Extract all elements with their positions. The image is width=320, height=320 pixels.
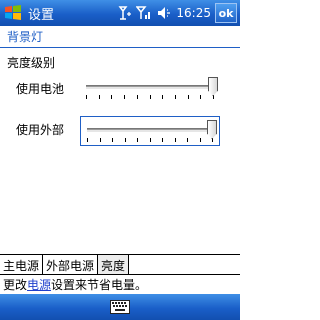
slider-tick <box>200 138 201 142</box>
clock[interactable]: 16:25 <box>176 6 211 20</box>
brightness-level-label: 亮度级别 <box>7 56 56 70</box>
slider-tick <box>150 95 151 99</box>
page-title: 背景灯 <box>0 26 240 48</box>
input-panel-button[interactable] <box>109 299 131 315</box>
title-bar: 设置 16:25 ok <box>0 0 240 26</box>
slider-tick <box>111 95 112 99</box>
ok-button[interactable]: ok <box>215 3 237 23</box>
slider-tick <box>87 138 88 142</box>
slider-tick <box>100 138 101 142</box>
slider-tick <box>150 138 151 142</box>
slider-tick <box>124 95 125 99</box>
slider-tick <box>137 138 138 142</box>
slider-tick <box>86 95 87 99</box>
signal-icon[interactable] <box>136 0 152 26</box>
external-slider-label: 使用外部 <box>16 123 65 137</box>
battery-brightness-slider[interactable] <box>80 74 220 104</box>
tab-external-power[interactable]: 外部电源 <box>43 255 99 275</box>
tab-strip-filler <box>129 255 240 274</box>
hint-text: 更改 电源 设置来节省电量。 <box>0 274 240 294</box>
tab-main-power[interactable]: 主电源 <box>0 255 44 275</box>
slider-tick <box>187 138 188 142</box>
keyboard-icon <box>110 300 130 314</box>
slider-tick <box>188 95 189 99</box>
slider-tick <box>162 95 163 99</box>
slider-track <box>86 85 214 90</box>
tab-strip: 主电源 外部电源 亮度 <box>0 254 240 275</box>
external-brightness-slider[interactable] <box>80 116 220 146</box>
slider-track <box>87 128 213 133</box>
status-area: 16:25 ok <box>112 0 240 26</box>
slider-thumb[interactable] <box>208 77 218 96</box>
tab-brightness[interactable]: 亮度 <box>98 255 130 275</box>
volume-icon[interactable] <box>156 0 172 26</box>
slider-tick <box>162 138 163 142</box>
hint-prefix: 更改 <box>3 278 28 292</box>
slider-tick <box>99 95 100 99</box>
slider-thumb[interactable] <box>207 120 217 139</box>
slider-tick <box>200 95 201 99</box>
connectivity-icon[interactable] <box>116 0 132 26</box>
power-settings-link[interactable]: 电源 <box>27 276 51 293</box>
window-title: 设置 <box>28 7 55 23</box>
battery-slider-label: 使用电池 <box>16 82 65 96</box>
slider-ticks <box>86 95 214 100</box>
slider-ticks <box>87 138 213 143</box>
slider-tick <box>112 138 113 142</box>
slider-tick <box>137 95 138 99</box>
slider-tick <box>175 95 176 99</box>
menu-bar <box>0 294 240 320</box>
hint-suffix: 设置来节省电量。 <box>51 278 148 292</box>
windows-start-icon <box>5 5 21 20</box>
slider-tick <box>125 138 126 142</box>
start-button[interactable] <box>0 0 26 26</box>
slider-tick <box>175 138 176 142</box>
